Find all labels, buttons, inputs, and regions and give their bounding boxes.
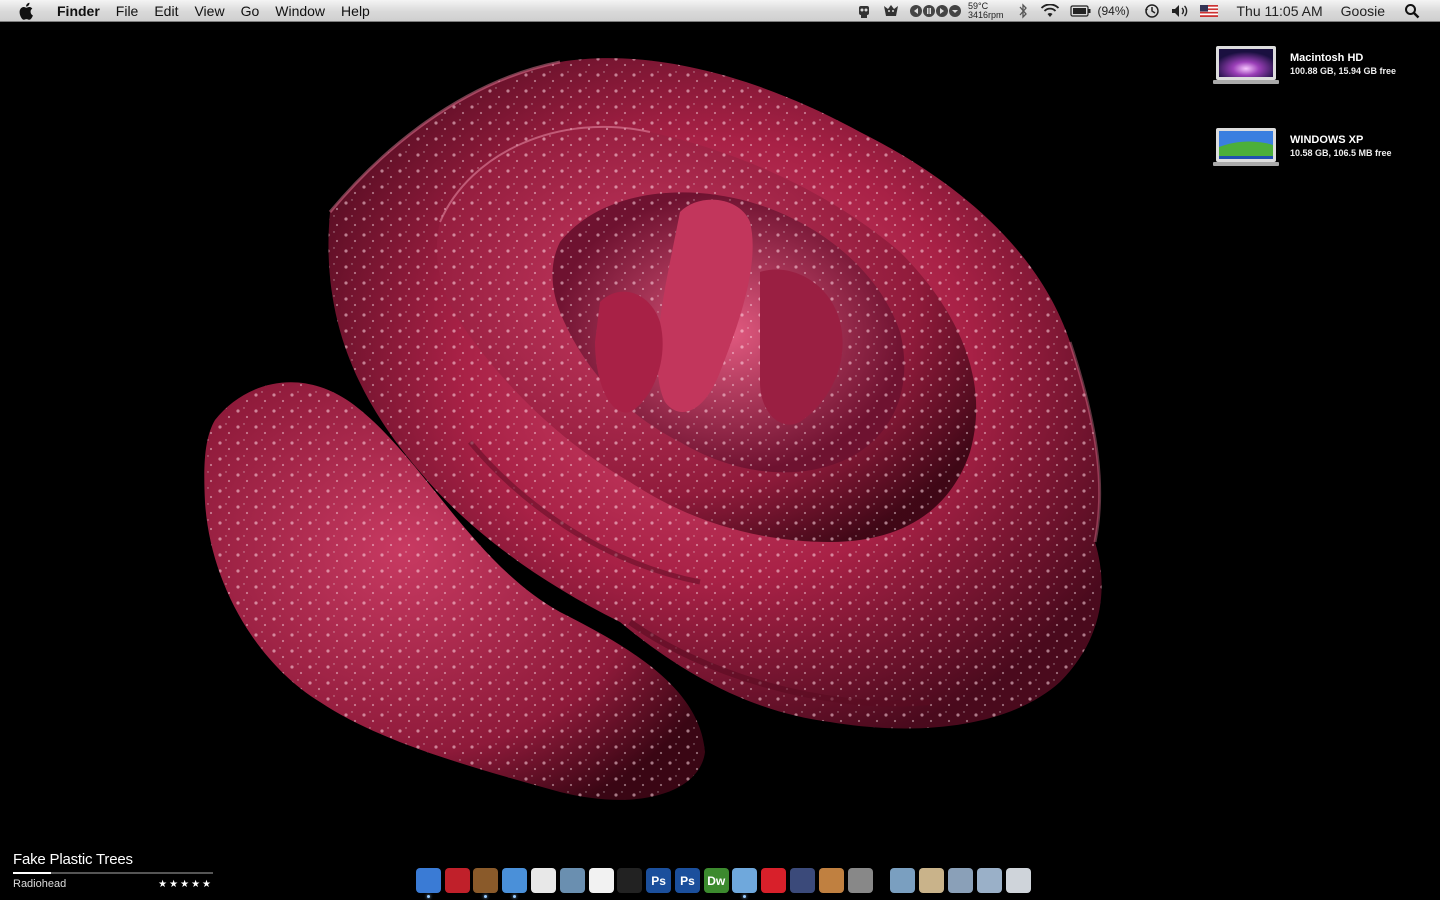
dock-item[interactable] [975,868,1003,900]
dock-item[interactable] [501,868,529,900]
drive-name: WINDOWS XP [1290,134,1364,146]
bluetooth-icon[interactable] [1016,0,1030,22]
safari-icon [502,868,528,893]
creative-suite-icon [761,868,787,893]
playback-controls [909,0,961,22]
running-indicator [743,895,747,898]
itunes-icon [732,868,758,893]
dock-item[interactable] [616,868,644,900]
robot-menulet-icon[interactable] [856,0,872,22]
menu-app-finder[interactable]: Finder [51,0,108,22]
spotlight-search-icon[interactable] [1404,0,1420,22]
address-book-icon [531,868,557,893]
drive-capacity: 10.58 GB, 106.5 MB free [1290,148,1392,158]
eject-menu-icon[interactable] [948,5,961,17]
time-machine-icon[interactable] [1144,0,1160,22]
dock-item[interactable] [443,868,471,900]
dock-item[interactable] [587,868,615,900]
finder-icon [415,868,441,893]
documents-folder-icon [919,868,945,893]
dock-item[interactable] [760,868,788,900]
track-title: Fake Plastic Trees [13,851,133,868]
macintosh-hd-drive-icon [1212,44,1280,84]
growl-icon[interactable] [882,0,900,22]
dvd-player-icon [617,868,643,893]
battery-icon[interactable] [1070,0,1092,22]
dock-item[interactable] [946,868,974,900]
photoshop-alt-icon: Ps [674,868,700,893]
downloads-folder-icon [947,868,973,893]
menu-file[interactable]: File [108,0,147,22]
next-track-icon[interactable] [935,5,948,17]
photoshop-icon: Ps [646,868,672,893]
volume-icon[interactable] [1170,0,1190,22]
dreamweaver-icon: Dw [703,868,729,893]
wifi-icon[interactable] [1040,0,1060,22]
drive-name: Macintosh HD [1290,52,1364,64]
running-indicator [484,895,488,898]
dock-item[interactable]: Ps [645,868,673,900]
windows-xp-drive-icon [1212,126,1280,166]
previous-track-icon[interactable] [909,5,922,17]
dock-item[interactable] [558,868,586,900]
applications-folder-icon [890,868,916,893]
iphoto-icon [559,868,585,893]
now-playing-widget: Fake Plastic Trees Radiohead ★★★★★ [13,851,213,890]
system-preferences-icon [847,868,873,893]
trash-icon [1005,868,1031,893]
pause-icon[interactable] [922,5,935,17]
apple-menu-icon[interactable] [19,2,37,20]
dock-item[interactable] [530,868,558,900]
dock-item[interactable] [414,868,442,900]
running-indicator [513,895,517,898]
dock-item[interactable] [789,868,817,900]
menu-help[interactable]: Help [333,0,378,22]
fast-user-switching[interactable]: Goosie [1341,0,1385,22]
printer-icon [976,868,1002,893]
dock-item[interactable] [731,868,759,900]
drive-capacity: 100.88 GB, 15.94 GB free [1290,66,1397,76]
track-progress-fill [13,872,51,874]
track-rating-stars[interactable]: ★★★★★ [158,879,213,890]
dock-item[interactable] [889,868,917,900]
menubar-clock[interactable]: Thu 11:05 AM [1237,0,1323,22]
track-artist: Radiohead [13,878,67,890]
photo-booth-icon [444,868,470,893]
menu-window[interactable]: Window [267,0,333,22]
dock-item[interactable] [918,868,946,900]
dock-item[interactable] [846,868,874,900]
dock-item[interactable]: Ps [673,868,701,900]
dock-item[interactable] [1004,868,1032,900]
menu-bar: Finder File Edit View Go Window Help 59°… [0,0,1440,22]
battery-percent[interactable]: (94%) [1097,0,1129,22]
preview-icon [818,868,844,893]
track-progress-bar[interactable] [13,872,213,874]
menu-view[interactable]: View [186,0,232,22]
input-menu-us-flag-icon[interactable] [1199,0,1218,22]
running-indicator [426,895,430,898]
dock-item[interactable] [472,868,500,900]
dock-item[interactable]: Dw [702,868,730,900]
flickr-uploadr-icon [588,868,614,893]
drive-macintosh-hd[interactable]: Macintosh HD 100.88 GB, 15.94 GB free [1212,44,1437,94]
temperature-monitor[interactable]: 59°C 3416rpm [968,0,1004,22]
menu-edit[interactable]: Edit [146,0,186,22]
status-area: 59°C 3416rpm (94%) Thu 11:05 AM Goosie [851,0,1440,22]
menu-go[interactable]: Go [233,0,268,22]
fan-speed-readout: 3416rpm [967,10,1004,20]
pen-tool-icon [790,868,816,893]
drive-windows-xp[interactable]: WINDOWS XP 10.58 GB, 106.5 MB free [1212,126,1437,176]
dock: Ps Ps Dw [414,860,1032,900]
mail-stamp-icon [473,868,499,893]
dock-item[interactable] [817,868,845,900]
